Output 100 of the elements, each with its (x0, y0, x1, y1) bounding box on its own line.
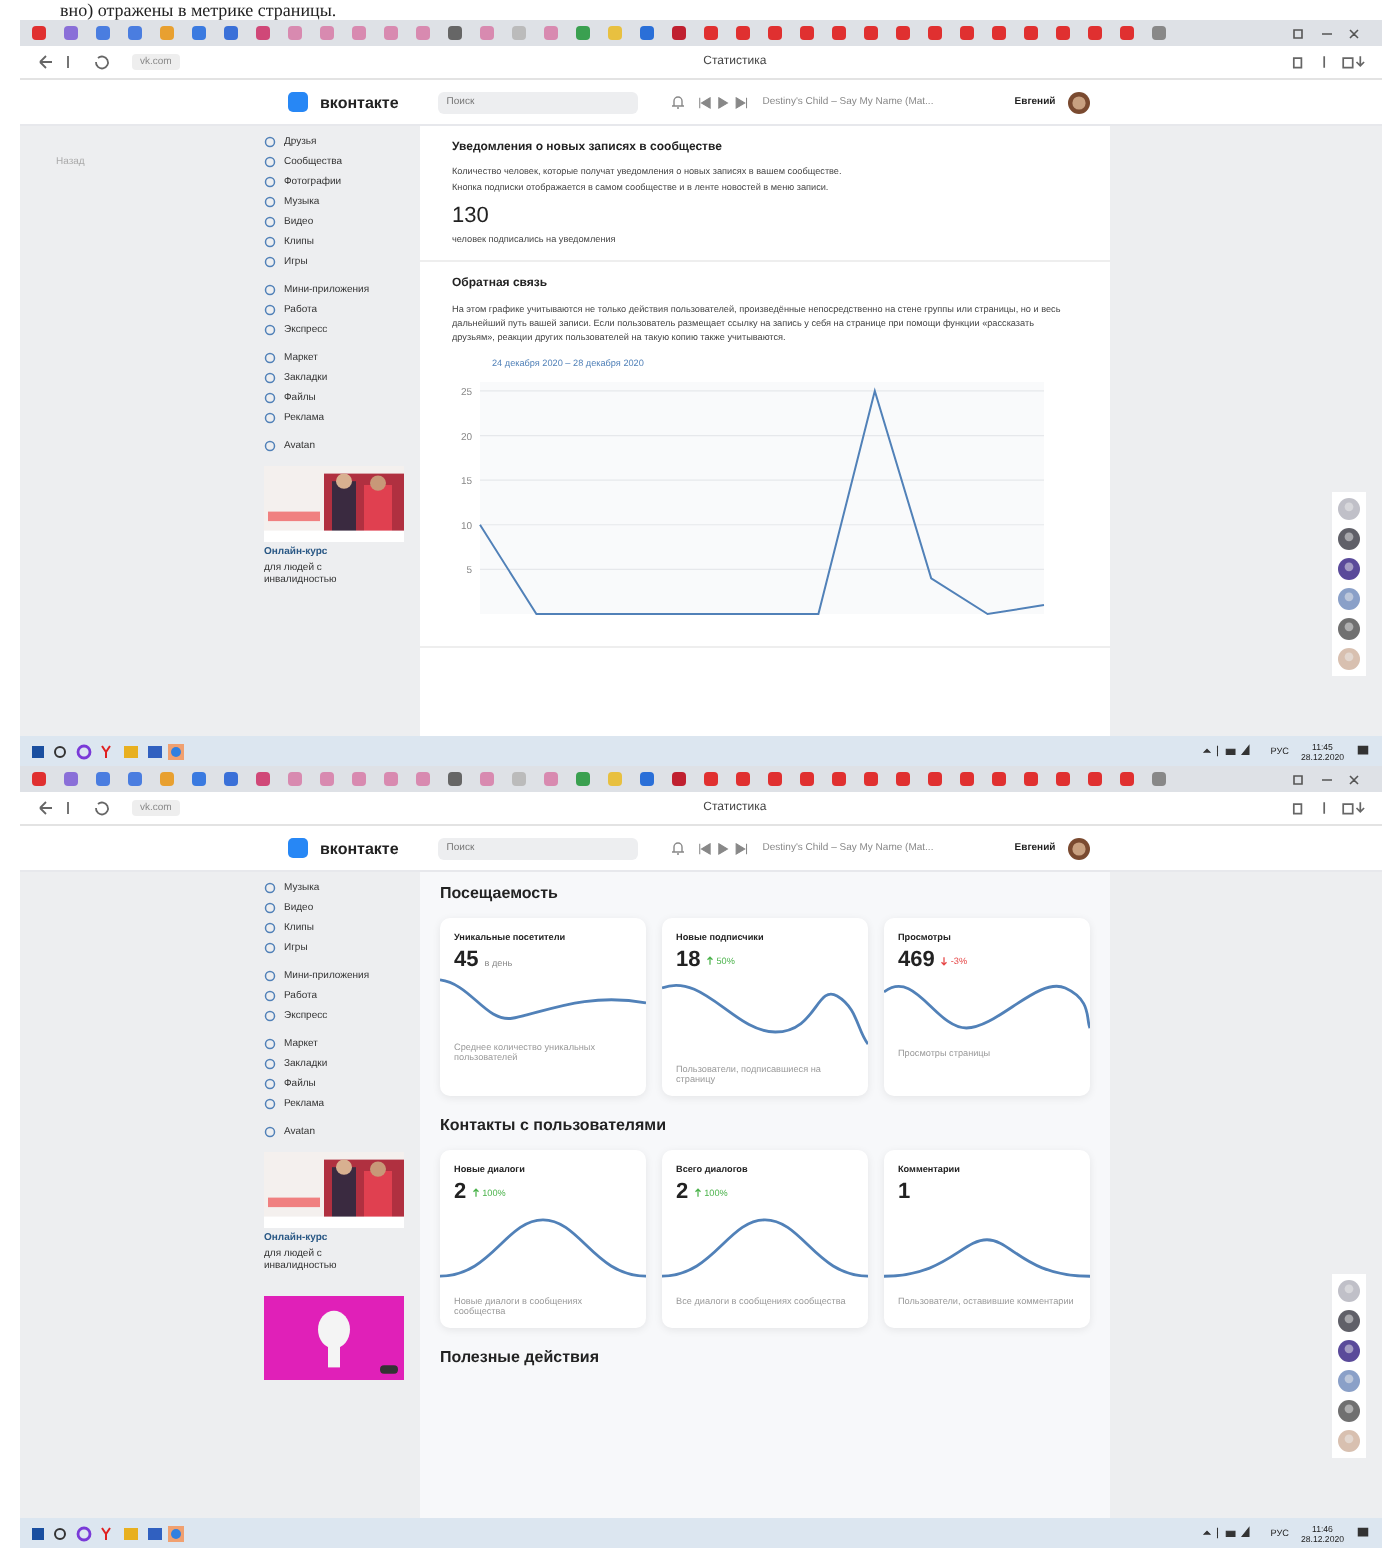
stat-value: 469 (898, 948, 935, 972)
tab-favicon-icon[interactable] (800, 26, 814, 40)
avatar[interactable] (1338, 1340, 1360, 1362)
browser-toolbar-icon[interactable] (1290, 800, 1366, 816)
tab-favicon-icon[interactable] (960, 772, 974, 786)
tab-favicon-icon[interactable] (1088, 26, 1102, 40)
tab-favicon-icon[interactable] (928, 772, 942, 786)
stat-value: 1 (898, 1180, 911, 1204)
tab-favicon-icon[interactable] (352, 772, 366, 786)
tab-favicon-icon[interactable] (1056, 26, 1070, 40)
tab-favicon-icon[interactable] (480, 26, 494, 40)
tab-favicon-icon[interactable] (992, 26, 1006, 40)
tab-favicon-icon[interactable] (1120, 772, 1134, 786)
tab-favicon-icon[interactable] (384, 26, 398, 40)
tab-favicon-icon[interactable] (96, 26, 110, 40)
tab-favicon-icon[interactable] (1120, 26, 1134, 40)
tab-favicon-icon[interactable] (672, 26, 686, 40)
tab-favicon-icon[interactable] (32, 26, 46, 40)
tab-favicon-icon[interactable] (224, 772, 238, 786)
tab-favicon-icon[interactable] (288, 772, 302, 786)
tab-favicon-icon[interactable] (640, 772, 654, 786)
tab-favicon-icon[interactable] (768, 26, 782, 40)
tab-favicon-icon[interactable] (768, 772, 782, 786)
tab-favicon-icon[interactable] (256, 772, 270, 786)
tab-favicon-icon[interactable] (512, 772, 526, 786)
stat-value: 2 (454, 1180, 467, 1204)
tab-favicon-icon[interactable] (352, 26, 366, 40)
tab-favicon-icon[interactable] (160, 26, 174, 40)
avatar[interactable] (1338, 558, 1360, 580)
player-controls-icon[interactable] (698, 841, 751, 855)
logo-text[interactable]: вконтакте (320, 93, 399, 111)
tab-favicon-icon[interactable] (192, 26, 206, 40)
logo-text[interactable]: вконтакте (320, 839, 399, 857)
tab-favicon-icon[interactable] (576, 772, 590, 786)
tab-favicon-icon[interactable] (416, 26, 430, 40)
tab-favicon-icon[interactable] (512, 26, 526, 40)
tab-favicon-icon[interactable] (192, 772, 206, 786)
tab-favicon-icon[interactable] (576, 26, 590, 40)
tab-favicon-icon[interactable] (64, 26, 78, 40)
tab-favicon-icon[interactable] (96, 772, 110, 786)
tab-favicon-icon[interactable] (800, 772, 814, 786)
logo-icon[interactable] (288, 92, 308, 112)
player-controls-icon[interactable] (698, 95, 751, 109)
caption-text: вно) отражены в метрике страницы. (58, 0, 339, 20)
tab-favicon-icon[interactable] (1056, 772, 1070, 786)
tab-favicon-icon[interactable] (864, 26, 878, 40)
tab-favicon-icon[interactable] (736, 26, 750, 40)
tab-favicon-icon[interactable] (736, 772, 750, 786)
tab-favicon-icon[interactable] (256, 26, 270, 40)
tab-favicon-icon[interactable] (960, 26, 974, 40)
tab-favicon-icon[interactable] (704, 772, 718, 786)
section-title: Полезные действия (440, 1348, 601, 1366)
notification-icon[interactable] (1356, 744, 1370, 758)
tab-favicon-icon[interactable] (896, 26, 910, 40)
tab-favicon-icon[interactable] (448, 772, 462, 786)
tab-favicon-icon[interactable] (480, 772, 494, 786)
tab-favicon-icon[interactable] (288, 26, 302, 40)
tab-favicon-icon[interactable] (128, 26, 142, 40)
tab-favicon-icon[interactable] (224, 26, 238, 40)
tab-favicon-icon[interactable] (448, 26, 462, 40)
tab-favicon-icon[interactable] (832, 26, 846, 40)
stat-value: 45 (454, 948, 479, 972)
logo-icon[interactable] (288, 838, 308, 858)
avatar[interactable] (1338, 618, 1360, 640)
tab-favicon-icon[interactable] (128, 772, 142, 786)
tab-favicon-icon[interactable] (544, 26, 558, 40)
tab-favicon-icon[interactable] (1152, 772, 1166, 786)
avatar[interactable] (1338, 1400, 1360, 1422)
bell-icon[interactable] (670, 94, 687, 110)
navigation-icon[interactable] (36, 54, 112, 70)
tab-favicon-icon[interactable] (416, 772, 430, 786)
tab-favicon-icon[interactable] (640, 26, 654, 40)
tab-favicon-icon[interactable] (160, 772, 174, 786)
tab-favicon-icon[interactable] (544, 772, 558, 786)
tab-favicon-icon[interactable] (384, 772, 398, 786)
tab-favicon-icon[interactable] (64, 772, 78, 786)
tab-favicon-icon[interactable] (1088, 772, 1102, 786)
tab-favicon-icon[interactable] (1024, 772, 1038, 786)
tab-favicon-icon[interactable] (1024, 26, 1038, 40)
tab-favicon-icon[interactable] (320, 26, 334, 40)
tab-favicon-icon[interactable] (992, 772, 1006, 786)
tab-favicon-icon[interactable] (896, 772, 910, 786)
tab-favicon-icon[interactable] (832, 772, 846, 786)
section-title: Контакты с пользователями (440, 1116, 669, 1134)
avatar[interactable] (1338, 1310, 1360, 1332)
navigation-icon[interactable] (36, 800, 112, 816)
avatar[interactable] (1067, 91, 1090, 113)
bell-icon[interactable] (670, 840, 687, 856)
tab-favicon-icon[interactable] (864, 772, 878, 786)
notification-icon[interactable] (1356, 1526, 1370, 1540)
ring-icon (264, 440, 276, 452)
avatar[interactable] (1338, 528, 1360, 550)
tab-favicon-icon[interactable] (928, 26, 942, 40)
tab-favicon-icon[interactable] (1152, 26, 1166, 40)
tab-favicon-icon[interactable] (32, 772, 46, 786)
tab-favicon-icon[interactable] (672, 772, 686, 786)
tab-favicon-icon[interactable] (704, 26, 718, 40)
browser-toolbar-icon[interactable] (1290, 54, 1366, 70)
avatar[interactable] (1067, 837, 1090, 859)
tab-favicon-icon[interactable] (320, 772, 334, 786)
